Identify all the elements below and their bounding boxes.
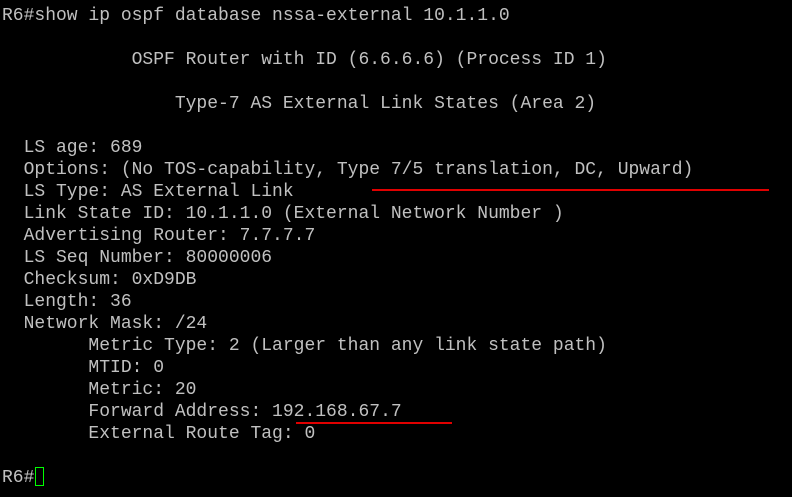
ospf-router-header: OSPF Router with ID (6.6.6.6) (Process I… <box>2 50 607 70</box>
forward-address-label: Forward Address: <box>2 402 273 422</box>
ls-seq-number-line: LS Seq Number: 80000006 <box>2 248 273 268</box>
prompt-line[interactable]: R6# <box>2 467 45 489</box>
options-line: Options: (No TOS-capability, Type 7/5 tr… <box>2 159 694 181</box>
link-states-header: Type-7 AS External Link States (Area 2) <box>2 94 597 114</box>
forward-address-value: 192.168.67.7 <box>272 402 402 422</box>
cursor-block <box>35 467 45 486</box>
external-route-tag-line: External Route Tag: 0 <box>2 424 316 444</box>
forward-address-line: Forward Address: 192.168.67.7 <box>2 401 402 423</box>
command-line: R6#show ip ospf database nssa-external 1… <box>2 6 510 26</box>
advertising-router-line: Advertising Router: 7.7.7.7 <box>2 226 316 246</box>
mtid-line: MTID: 0 <box>2 358 165 378</box>
ls-age-line: LS age: 689 <box>2 138 143 158</box>
metric-type-line: Metric Type: 2 (Larger than any link sta… <box>2 336 607 356</box>
forward-address-annotation-underline <box>296 422 452 424</box>
checksum-line: Checksum: 0xD9DB <box>2 270 197 290</box>
options-annotation-underline <box>372 189 769 191</box>
link-state-id-line: Link State ID: 10.1.1.0 (External Networ… <box>2 204 564 224</box>
prompt-text: R6# <box>2 468 35 488</box>
terminal-window[interactable]: R6#show ip ospf database nssa-external 1… <box>0 0 792 497</box>
length-line: Length: 36 <box>2 292 132 312</box>
options-prefix: Options: (No TOS-capability, <box>2 160 337 180</box>
network-mask-line: Network Mask: /24 <box>2 314 208 334</box>
options-highlighted-text: Type 7/5 translation, DC, Upward) <box>336 160 694 180</box>
ls-type-line: LS Type: AS External Link <box>2 182 294 202</box>
metric-line: Metric: 20 <box>2 380 197 400</box>
